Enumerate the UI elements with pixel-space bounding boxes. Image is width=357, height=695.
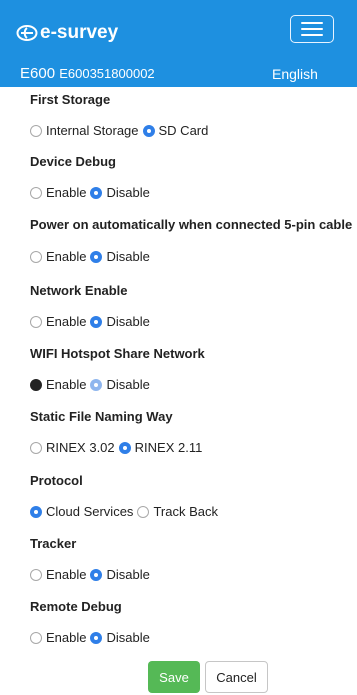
radio-group: Internal Storage SD Card [30,123,212,138]
section-title: Static File Naming Way [30,409,173,424]
radio-group: Enable Disable [30,249,154,264]
radio-unchecked-icon[interactable] [30,124,42,137]
section-title: Network Enable [30,283,128,298]
radio-group: Enable Disable [30,377,154,392]
radio-checked-icon[interactable] [90,250,103,263]
radio-option[interactable]: Enable [30,567,86,582]
radio-option[interactable]: Disable [90,185,150,200]
radio-option[interactable]: Internal Storage [30,123,139,138]
radio-disabled-icon [30,378,42,391]
section-title: Tracker [30,536,77,551]
radio-group: RINEX 3.02 RINEX 2.11 [30,440,206,455]
language-selector[interactable]: English [272,66,318,82]
radio-checked-icon[interactable] [90,315,103,328]
radio-option: Enable [30,377,86,392]
radio-option[interactable]: Disable [90,249,150,264]
radio-unchecked-icon[interactable] [30,186,42,199]
radio-unchecked-icon[interactable] [30,568,42,581]
radio-unchecked-icon[interactable] [30,250,42,263]
radio-option[interactable]: SD Card [142,123,208,138]
radio-option[interactable]: Enable [30,314,86,329]
device-serial: E600351800002 [59,66,155,81]
radio-group: Cloud Services Track Back [30,504,222,519]
section-title: Protocol [30,473,83,488]
hamburger-menu-icon [301,22,323,24]
radio-option[interactable]: Enable [30,249,86,264]
section-title: Remote Debug [30,599,122,614]
radio-unchecked-icon[interactable] [30,315,42,328]
brand[interactable]: e-survey [16,22,118,44]
section-title: Device Debug [30,154,116,169]
radio-group: Enable Disable [30,567,154,582]
device-info: E600 E600351800002 [20,65,155,82]
radio-option[interactable]: Disable [90,314,150,329]
radio-checked-icon[interactable] [30,505,42,518]
save-button[interactable]: Save [148,661,200,693]
radio-option[interactable]: Enable [30,185,86,200]
radio-option[interactable]: RINEX 3.02 [30,440,115,455]
radio-group: Enable Disable [30,314,154,329]
section-title: First Storage [30,92,111,107]
section-title: Power on automatically when connected 5-… [30,217,353,232]
e-survey-logo-icon [16,25,38,41]
brand-name: e-survey [40,22,119,43]
radio-option[interactable]: Disable [90,630,150,645]
cancel-button[interactable]: Cancel [205,661,268,693]
radio-unchecked-icon[interactable] [30,441,42,454]
radio-option[interactable]: Track Back [137,504,218,519]
hamburger-menu-button[interactable] [290,15,334,43]
radio-checked-icon[interactable] [118,441,131,454]
radio-unchecked-icon[interactable] [137,505,150,518]
radio-option[interactable]: Cloud Services [30,504,133,519]
radio-group: Enable Disable [30,630,154,645]
radio-checked-disabled-icon [90,378,103,391]
radio-checked-icon[interactable] [90,186,103,199]
device-model: E600 [20,65,56,82]
radio-unchecked-icon[interactable] [30,631,42,644]
radio-option[interactable]: Enable [30,630,86,645]
radio-option: Disable [90,377,150,392]
radio-checked-icon[interactable] [90,631,103,644]
radio-checked-icon[interactable] [90,568,103,581]
radio-checked-icon[interactable] [142,124,155,137]
radio-option[interactable]: RINEX 2.11 [118,440,202,455]
section-title: WIFI Hotspot Share Network [30,346,205,361]
radio-option[interactable]: Disable [90,567,150,582]
app-header: e-survey E600 E600351800002 English [0,0,357,87]
radio-group: Enable Disable [30,185,154,200]
